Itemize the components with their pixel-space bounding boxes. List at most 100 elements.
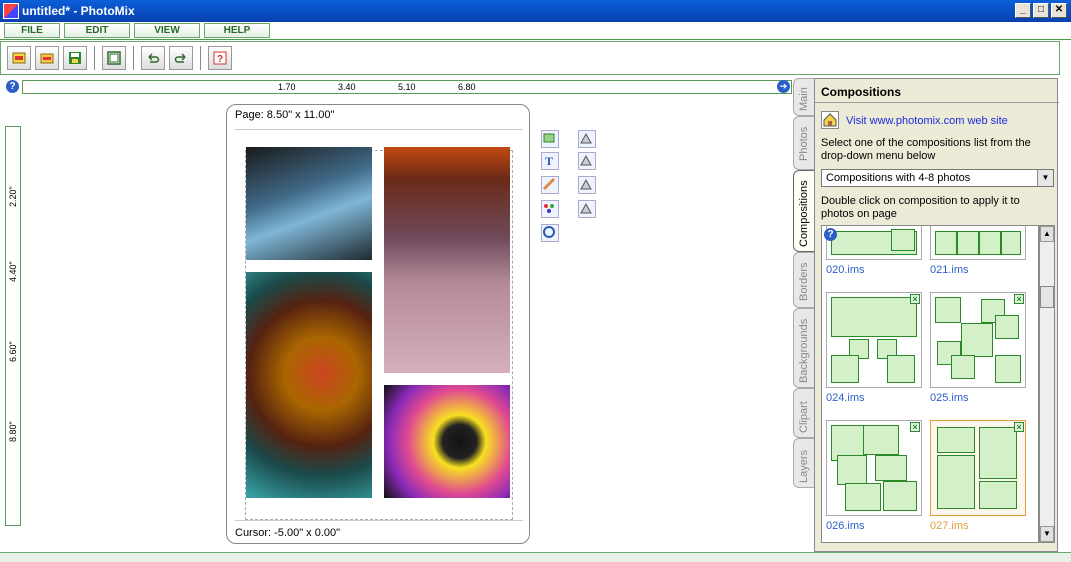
tab-backgrounds[interactable]: Backgrounds xyxy=(793,308,815,388)
tab-clipart[interactable]: Clipart xyxy=(793,388,815,438)
image-tool[interactable] xyxy=(541,130,559,148)
composition-scrollbar[interactable]: ▲ ▼ xyxy=(1039,225,1055,543)
remove-icon[interactable]: × xyxy=(1014,294,1024,304)
photo-creature[interactable] xyxy=(384,147,510,373)
tab-photos[interactable]: Photos xyxy=(793,116,815,170)
help-icon: ? xyxy=(213,51,227,65)
photo-abstract[interactable] xyxy=(384,385,510,498)
cursor-label: Cursor: -5.00" x 0.00" xyxy=(235,527,341,539)
window-title: untitled* - PhotoMix xyxy=(22,4,135,18)
visit-website-link[interactable]: Visit www.photomix.com web site xyxy=(846,115,1008,127)
composition-026[interactable]: × xyxy=(826,420,922,516)
svg-text:T: T xyxy=(545,154,553,167)
composition-label: 020.ims xyxy=(826,264,865,276)
compositions-dropdown[interactable]: Compositions with 4-8 photos ▼ xyxy=(821,169,1054,187)
redo-icon xyxy=(174,53,186,63)
effect-tool[interactable] xyxy=(541,224,559,242)
align-icon xyxy=(580,178,592,190)
v-tick: 6.60" xyxy=(8,341,18,362)
ruler-help-icon[interactable]: ? xyxy=(6,80,19,93)
text-icon: T xyxy=(545,154,553,167)
page-size-label: Page: 8.50" x 11.00" xyxy=(235,109,335,121)
menu-edit[interactable]: EDIT xyxy=(64,23,130,38)
scroll-down-icon[interactable]: ▼ xyxy=(1040,526,1054,542)
effect-icon xyxy=(543,226,555,238)
remove-icon[interactable]: × xyxy=(910,422,920,432)
select-instructions: Select one of the compositions list from… xyxy=(821,137,1031,162)
compositions-panel: Compositions Visit www.photomix.com web … xyxy=(814,78,1059,552)
composition-label: 027.ims xyxy=(930,520,969,532)
help-button[interactable]: ? xyxy=(208,46,232,70)
tab-borders[interactable]: Borders xyxy=(793,252,815,308)
tab-label: Main xyxy=(798,87,810,111)
minimize-button[interactable]: _ xyxy=(1015,3,1031,18)
house-icon xyxy=(823,113,837,127)
menu-help[interactable]: HELP xyxy=(204,23,270,38)
fit-page-button[interactable] xyxy=(102,46,126,70)
home-icon[interactable] xyxy=(821,111,839,129)
toolbar-separator xyxy=(94,46,95,70)
composition-label: 026.ims xyxy=(826,520,865,532)
undo-icon xyxy=(148,53,160,63)
chevron-down-icon[interactable]: ▼ xyxy=(1037,170,1053,186)
panel-title: Compositions xyxy=(821,85,901,99)
tab-main[interactable]: Main xyxy=(793,78,815,116)
doubleclick-instructions: Double click on composition to apply it … xyxy=(821,195,1020,220)
photo-sphere[interactable] xyxy=(246,272,372,498)
align-icon xyxy=(580,202,592,214)
close-button[interactable]: ✕ xyxy=(1051,3,1067,18)
align-icon xyxy=(580,154,592,166)
save-icon xyxy=(69,52,81,64)
open-button[interactable] xyxy=(35,46,59,70)
tab-label: Photos xyxy=(798,126,810,161)
remove-icon[interactable]: × xyxy=(1014,422,1024,432)
composition-020[interactable] xyxy=(826,226,922,260)
scroll-up-icon[interactable]: ▲ xyxy=(1040,226,1054,242)
menu-file[interactable]: FILE xyxy=(4,23,60,38)
paint-tool[interactable] xyxy=(541,176,559,194)
remove-icon[interactable]: × xyxy=(910,294,920,304)
scroll-thumb[interactable] xyxy=(1040,286,1054,308)
palette-icon xyxy=(544,204,554,213)
divider xyxy=(815,102,1059,103)
h-tick: 5.10 xyxy=(398,82,416,92)
toolbar: ? xyxy=(0,41,1060,75)
tab-label: Layers xyxy=(798,449,810,483)
tab-layers[interactable]: Layers xyxy=(793,438,815,488)
composition-024[interactable]: × xyxy=(826,292,922,388)
image-icon xyxy=(543,133,555,143)
dropdown-value: Compositions with 4-8 photos xyxy=(826,172,971,184)
new-file-icon xyxy=(12,52,26,64)
text-tool[interactable]: T xyxy=(541,152,559,170)
tab-compositions[interactable]: Compositions xyxy=(793,170,815,252)
h-tick: 3.40 xyxy=(338,82,356,92)
title-bar: untitled* - PhotoMix _ □ ✕ xyxy=(0,0,1071,22)
tab-label: Compositions xyxy=(798,180,810,247)
menu-view[interactable]: VIEW xyxy=(134,23,200,38)
ruler-nav-icon[interactable]: ➔ xyxy=(777,80,790,93)
composition-027[interactable]: × xyxy=(930,420,1026,516)
composition-list: ? 020.ims 021.ims × 024.ims × 025.ims × … xyxy=(821,225,1039,543)
redo-button[interactable] xyxy=(169,46,193,70)
h-tick: 6.80 xyxy=(458,82,476,92)
align-top-tool[interactable] xyxy=(578,130,596,148)
svg-text:?: ? xyxy=(217,54,223,65)
maximize-button[interactable]: □ xyxy=(1033,3,1049,18)
photo-helicopter[interactable] xyxy=(246,147,372,260)
align-middle-tool[interactable] xyxy=(578,152,596,170)
frame-icon xyxy=(107,51,121,65)
tab-label: Borders xyxy=(798,262,810,301)
composition-021[interactable] xyxy=(930,226,1026,260)
color-tool[interactable] xyxy=(541,200,559,218)
composition-025[interactable]: × xyxy=(930,292,1026,388)
app-icon xyxy=(3,3,19,19)
menu-bar: FILE EDIT VIEW HELP xyxy=(0,22,1071,40)
new-button[interactable] xyxy=(7,46,31,70)
list-help-icon[interactable]: ? xyxy=(824,228,837,241)
undo-button[interactable] xyxy=(141,46,165,70)
tab-label: Clipart xyxy=(798,401,810,433)
align-bottom-tool[interactable] xyxy=(578,200,596,218)
composition-label: 024.ims xyxy=(826,392,865,404)
save-button[interactable] xyxy=(63,46,87,70)
align-center-tool[interactable] xyxy=(578,176,596,194)
